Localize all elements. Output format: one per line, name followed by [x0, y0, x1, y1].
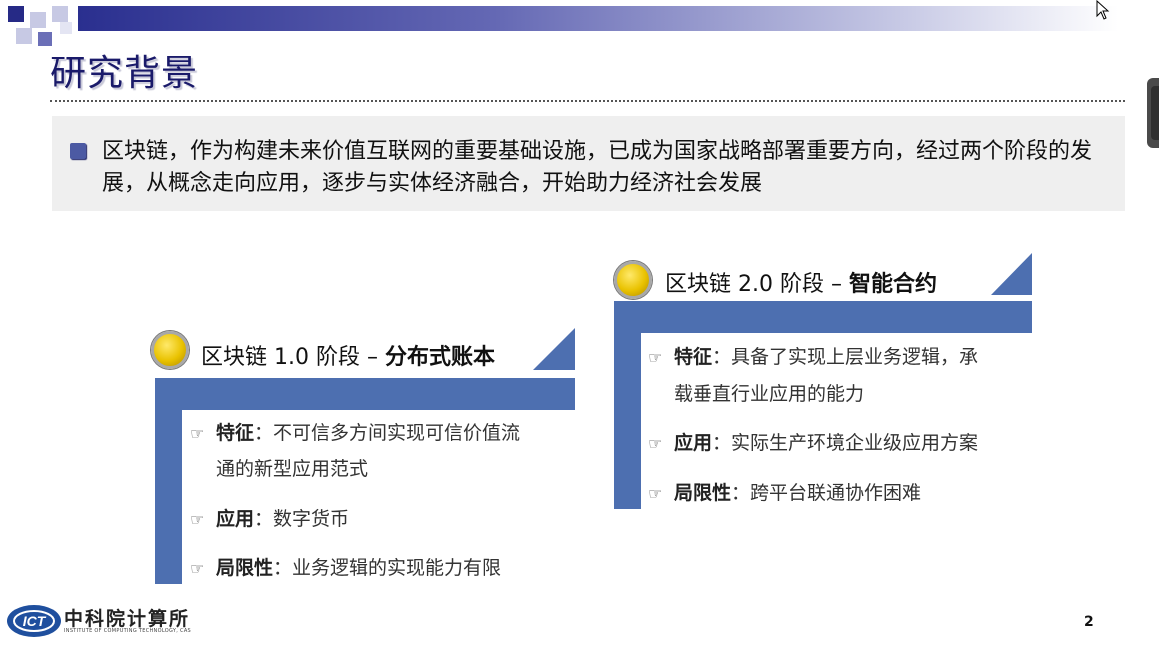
- stage2-title: 区块链 2.0 阶段 – 智能合约: [665, 266, 937, 298]
- logo-subtitle: INSTITUTE OF COMPUTING TECHNOLOGY, CAS: [64, 628, 192, 634]
- hand-pointer-icon: ☞: [190, 559, 205, 578]
- stage1-title-text: 区块链 1.0 阶段 –: [201, 345, 385, 370]
- hand-pointer-icon: ☞: [648, 348, 663, 367]
- header-gradient-bar: [78, 6, 1118, 31]
- stage2-item-application: ☞ 应用：实际生产环境企业级应用方案: [648, 425, 978, 462]
- title-divider: [50, 100, 1125, 102]
- stage1-top-bar: [155, 378, 575, 410]
- stage1-title-bold: 分布式账本: [384, 345, 495, 370]
- stage1-left-bar: [155, 378, 182, 584]
- stage2-title-bold: 智能合约: [848, 272, 937, 297]
- stage2-corner-triangle: [991, 253, 1032, 295]
- svg-text:ICT: ICT: [23, 613, 47, 629]
- stage1-item-feature: ☞ 特征：不可信多方间实现可信价值流: [190, 415, 520, 452]
- intro-text: 区块链，作为构建未来价值互联网的重要基础设施，已成为国家战略部署重要方向，经过两…: [102, 139, 1093, 196]
- hand-pointer-icon: ☞: [190, 424, 205, 443]
- hand-pointer-icon: ☞: [190, 510, 205, 529]
- stage2-left-bar: [614, 301, 641, 509]
- ict-logo-icon: ICT: [7, 605, 61, 637]
- stage1-title: 区块链 1.0 阶段 – 分布式账本: [201, 339, 495, 371]
- mouse-cursor-icon: [1096, 0, 1110, 20]
- side-panel-tab-inner: [1151, 86, 1159, 140]
- stage2-title-text: 区块链 2.0 阶段 –: [665, 272, 849, 297]
- stage1-item-feature-cont: 通的新型应用范式: [216, 458, 369, 480]
- stage2-item-limitation: ☞ 局限性：跨平台联通协作困难: [648, 475, 921, 512]
- stage1-item-application: ☞ 应用：数字货币: [190, 501, 349, 538]
- stage1-item-limitation: ☞ 局限性：业务逻辑的实现能力有限: [190, 550, 501, 587]
- hand-pointer-icon: ☞: [648, 484, 663, 503]
- page-number: 2: [1084, 614, 1094, 630]
- page-title: 研究背景: [50, 53, 199, 94]
- gold-circle-icon: [614, 261, 652, 299]
- gold-circle-icon: [151, 331, 189, 369]
- stage2-top-bar: [614, 301, 1032, 333]
- hand-pointer-icon: ☞: [648, 434, 663, 453]
- stage1-corner-triangle: [533, 328, 575, 370]
- logo-name: 中科院计算所: [64, 608, 191, 630]
- stage2-item-feature: ☞ 特征：具备了实现上层业务逻辑，承: [648, 339, 978, 376]
- square-bullet-icon: [70, 143, 86, 159]
- stage2-item-feature-cont: 载垂直行业应用的能力: [674, 383, 865, 405]
